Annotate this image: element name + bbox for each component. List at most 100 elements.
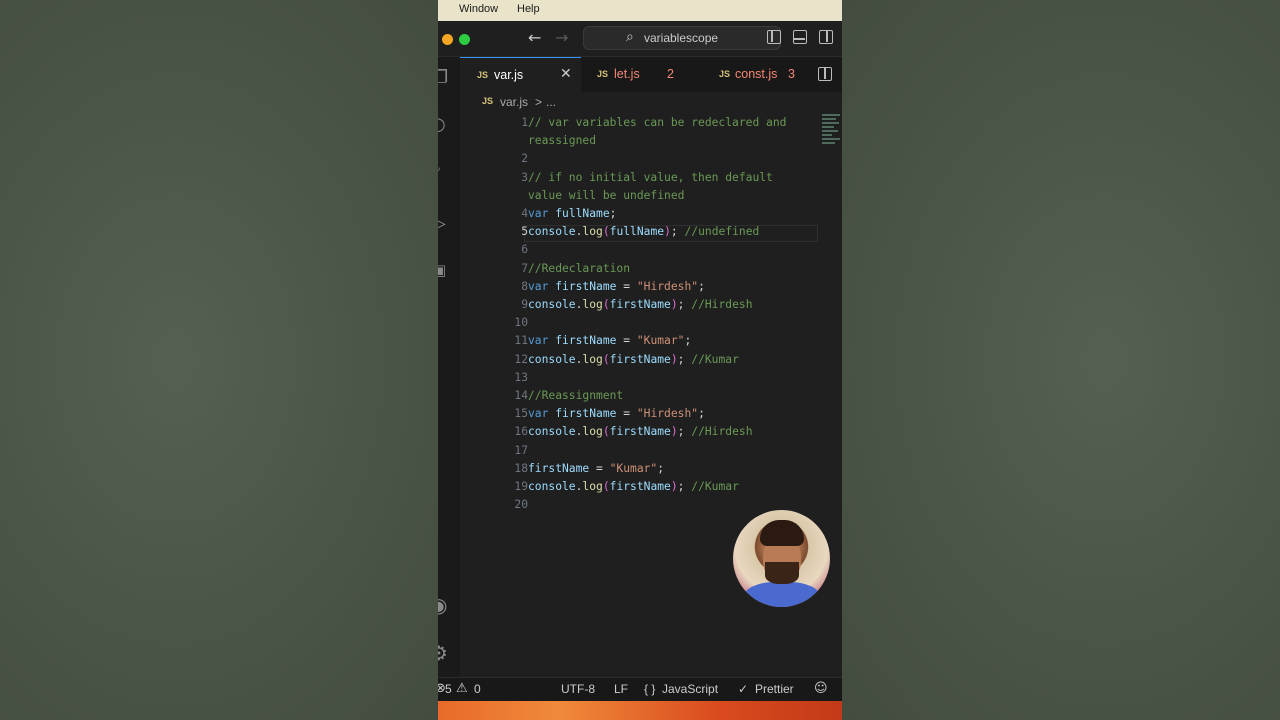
code-line[interactable]: 3// if no initial value, then default	[460, 171, 842, 189]
code-line[interactable]: 18 firstName = "Kumar";	[460, 462, 842, 480]
minimize-window-button[interactable]	[442, 34, 453, 45]
split-editor-icon[interactable]	[818, 67, 832, 81]
code-token: // var variables can be redeclared and	[528, 116, 787, 129]
encoding-indicator[interactable]: UTF-8	[561, 682, 595, 696]
prettier-status[interactable]: Prettier	[755, 682, 794, 696]
code-line[interactable]: 13	[460, 371, 842, 389]
javascript-file-icon: JS	[719, 69, 731, 79]
command-center-search[interactable]: ⌕ variablescope	[583, 26, 781, 50]
problem-count-badge: 3	[788, 67, 795, 81]
code-line[interactable]: 7//Redeclaration	[460, 262, 842, 280]
feedback-icon[interactable]: ☺	[814, 681, 828, 696]
code-token: // if no initial value, then default	[528, 170, 773, 184]
code-line[interactable]: 10	[460, 316, 842, 334]
line-number: 10	[514, 316, 528, 330]
line-number: 7	[521, 261, 528, 275]
code-token: fullName	[555, 207, 610, 220]
settings-gear-icon[interactable]: ⚙	[438, 641, 448, 665]
warning-icon[interactable]: ⚠	[456, 681, 468, 696]
code-line[interactable]: 19 console.log(firstName); //Kumar	[460, 480, 842, 498]
minimap[interactable]	[822, 114, 842, 154]
code-token: =	[589, 461, 610, 475]
warning-count[interactable]: 0	[474, 682, 481, 696]
code-text: var fullName;	[528, 207, 616, 220]
code-line[interactable]: 4 var fullName;	[460, 207, 842, 225]
code-line[interactable]: 11 var firstName = "Kumar";	[460, 334, 842, 352]
code-token: var	[528, 279, 556, 293]
line-number: 19	[514, 480, 528, 493]
code-text: // var variables can be redeclared and	[528, 116, 786, 129]
code-token: log	[582, 352, 603, 366]
code-line[interactable]: reassigned	[460, 134, 842, 152]
breadcrumb-file[interactable]: var.js	[500, 95, 528, 109]
code-token: ;	[677, 425, 692, 439]
source-control-icon[interactable]: ᛘ	[438, 165, 441, 183]
code-token: //Hirdesh	[691, 425, 753, 439]
tab-let-js[interactable]: JS let.js 2	[581, 57, 703, 92]
line-number: 3	[521, 170, 528, 184]
activity-bar: ❐ ○ ᛘ ▷ ▣ ◉ ⚙	[438, 57, 460, 677]
toggle-secondary-sidebar-icon[interactable]	[819, 30, 833, 44]
code-token: ;	[698, 407, 705, 421]
code-line[interactable]: value will be undefined	[460, 189, 842, 207]
code-token: firstName	[555, 334, 617, 348]
desktop-wallpaper-strip	[438, 701, 842, 720]
forward-arrow-icon[interactable]: →	[555, 28, 568, 47]
code-text: reassigned	[528, 134, 596, 147]
code-token: var	[528, 207, 556, 220]
code-token: =	[616, 407, 637, 421]
extensions-icon[interactable]: ▣	[438, 261, 446, 279]
editor-tabs: JS var.js ✕ JS let.js 2 JS const.js 3	[460, 57, 842, 92]
run-debug-icon[interactable]: ▷	[438, 213, 446, 234]
toggle-panel-icon[interactable]	[793, 30, 807, 44]
tab-label: let.js	[614, 67, 640, 81]
close-icon[interactable]: ✕	[560, 66, 572, 82]
mac-menubar: l Window Help	[438, 0, 842, 21]
code-line[interactable]: 5 console.log(fullName); //undefined	[460, 225, 842, 243]
tab-label: var.js	[494, 68, 524, 82]
eol-indicator[interactable]: LF	[614, 682, 628, 696]
code-text: console.log(firstName); //Kumar	[528, 480, 739, 493]
line-number: 20	[514, 498, 528, 512]
command-center-label: variablescope	[644, 31, 719, 45]
code-line[interactable]: 8 var firstName = "Hirdesh";	[460, 280, 842, 298]
toggle-sidebar-icon[interactable]	[767, 30, 781, 44]
code-token: "Hirdesh"	[636, 279, 699, 293]
zoom-window-button[interactable]	[459, 34, 470, 45]
code-token: )	[664, 225, 671, 239]
language-mode[interactable]: JavaScript	[662, 682, 718, 696]
menu-help[interactable]: Help	[517, 3, 540, 15]
code-line[interactable]: 14//Reassignment	[460, 389, 842, 407]
code-token: //Hirdesh	[691, 298, 753, 311]
braces-icon: { }	[644, 682, 656, 696]
code-token: console	[528, 225, 576, 239]
menu-window[interactable]: Window	[459, 3, 498, 15]
code-line[interactable]: 9 console.log(firstName); //Hirdesh	[460, 298, 842, 316]
code-line[interactable]: 2	[460, 152, 842, 170]
code-token: (	[602, 425, 610, 439]
back-arrow-icon[interactable]: ←	[528, 28, 541, 47]
code-line[interactable]: 15 var firstName = "Hirdesh";	[460, 407, 842, 425]
code-token: firstName	[609, 425, 671, 439]
code-line[interactable]: 6	[460, 243, 842, 261]
chevron-right-icon: >	[535, 95, 543, 109]
code-text: console.log(firstName); //Kumar	[528, 353, 739, 366]
javascript-file-icon: JS	[477, 70, 489, 80]
code-line[interactable]: 16 console.log(firstName); //Hirdesh	[460, 425, 842, 443]
tab-var-js[interactable]: JS var.js ✕	[460, 57, 581, 92]
code-text: console.log(firstName); //Hirdesh	[528, 298, 753, 311]
code-token: (	[602, 298, 610, 311]
code-token: "Kumar"	[636, 334, 685, 348]
search-activity-icon[interactable]: ○	[438, 114, 446, 135]
error-count[interactable]: 5	[445, 682, 452, 696]
explorer-icon[interactable]: ❐	[438, 67, 448, 88]
code-token: =	[616, 334, 637, 348]
account-icon[interactable]: ◉	[438, 593, 447, 617]
status-bar: ⊗ 5 ⚠ 0 UTF-8 LF { } JavaScript ✓ Pretti…	[438, 677, 842, 702]
code-line[interactable]: 17	[460, 444, 842, 462]
code-text: //Reassignment	[528, 389, 623, 402]
breadcrumb-more[interactable]: ...	[546, 95, 556, 109]
tab-const-js[interactable]: JS const.js 3	[703, 57, 813, 92]
code-line[interactable]: 1// var variables can be redeclared and	[460, 116, 842, 134]
code-line[interactable]: 12 console.log(firstName); //Kumar	[460, 353, 842, 371]
